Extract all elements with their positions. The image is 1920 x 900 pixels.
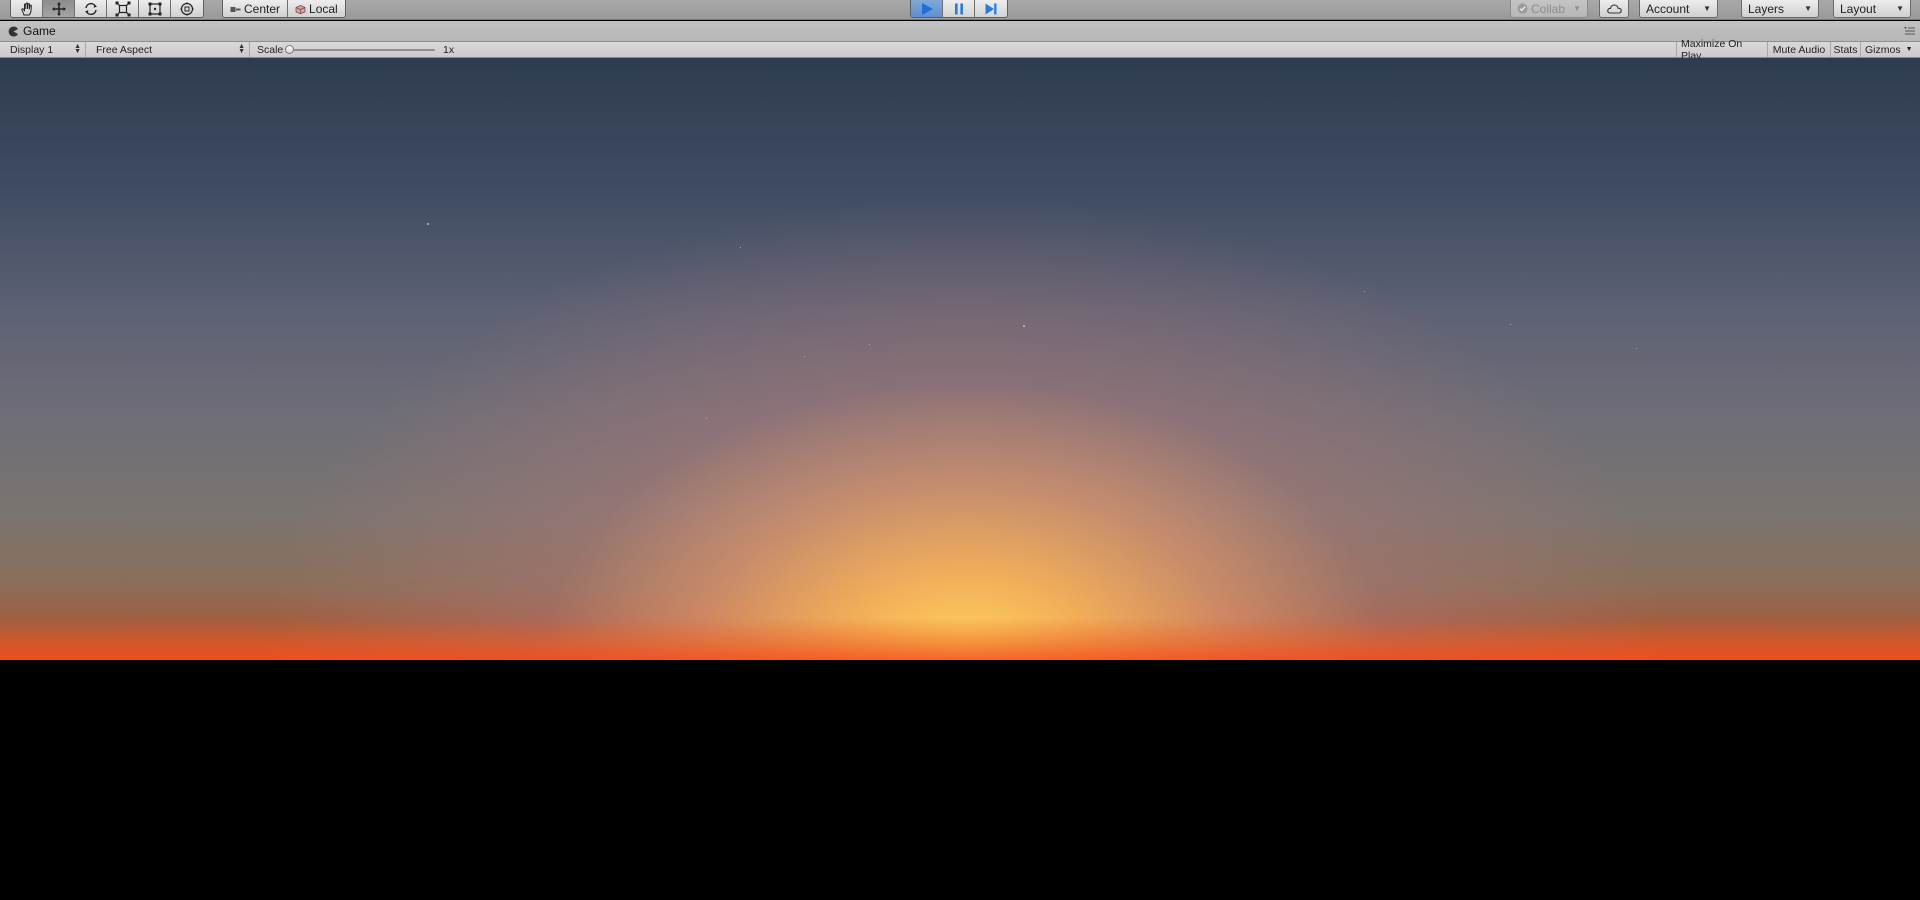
pause-button[interactable] [943, 0, 975, 17]
star [706, 418, 707, 419]
step-icon [985, 3, 997, 15]
scale-slider-track[interactable] [289, 49, 435, 51]
aspect-select[interactable]: Free Aspect ▲ ▼ [91, 42, 250, 57]
chevron-down-icon: ▼ [1573, 4, 1581, 13]
star [804, 356, 805, 357]
gizmos-label: Gizmos [1865, 43, 1901, 56]
game-viewport[interactable] [0, 58, 1920, 900]
pacman-icon [8, 26, 18, 36]
scale-icon [115, 1, 130, 17]
scale-value: 1x [443, 44, 455, 56]
account-label: Account [1646, 1, 1690, 16]
main-toolbar: Center Local Collab ▼ Account ▼ Layers ▼… [0, 0, 1920, 20]
maximize-on-play-toggle[interactable]: Maximize On Play [1676, 38, 1767, 62]
star [740, 247, 741, 248]
pivot-mode-label: Center [244, 2, 281, 16]
collab-dropdown[interactable]: Collab ▼ [1510, 0, 1588, 18]
window-menu-icon[interactable] [1904, 27, 1915, 35]
game-tab-label: Game [23, 24, 56, 38]
display-value: Display 1 [10, 43, 54, 56]
layers-dropdown[interactable]: Layers ▼ [1741, 0, 1819, 18]
game-window-tabbar: Game [0, 21, 1920, 42]
chevron-down-icon: ▼ [1905, 46, 1913, 53]
layout-label: Layout [1840, 1, 1877, 16]
pivot-rotation-label: Local [309, 2, 338, 16]
collab-label: Collab [1531, 1, 1566, 16]
sunset-sky [0, 58, 1920, 660]
transform-tool-button[interactable] [171, 0, 203, 17]
up-down-arrows-icon: ▲ ▼ [238, 43, 245, 55]
rotate-tool-button[interactable] [75, 0, 107, 17]
collab-content: Collab [1517, 2, 1565, 16]
play-icon [921, 3, 933, 15]
pivot-controls: Center Local [222, 0, 346, 18]
hand-icon [20, 2, 32, 16]
pivot-center-icon [230, 6, 241, 12]
rect-tool-button[interactable] [139, 0, 171, 17]
move-tool-button[interactable] [43, 0, 75, 17]
hand-tool-button[interactable] [11, 0, 43, 17]
transform-tools [10, 0, 204, 18]
pivot-rotation-button[interactable]: Local [288, 0, 345, 17]
star [1636, 348, 1637, 349]
move-arrows-icon [51, 2, 66, 16]
check-circle-icon [1517, 3, 1528, 14]
tab-game[interactable]: Game [8, 24, 56, 38]
up-down-arrows-icon: ▲ ▼ [74, 43, 81, 55]
cloud-services-button[interactable] [1599, 0, 1629, 18]
stats-toggle[interactable]: Stats [1830, 42, 1860, 57]
horizon-glow [0, 618, 1920, 660]
layout-dropdown[interactable]: Layout ▼ [1833, 0, 1911, 18]
pause-icon [954, 3, 963, 15]
layers-label: Layers [1748, 1, 1785, 16]
rotate-icon [84, 2, 97, 16]
cloud-icon [1606, 3, 1622, 14]
mute-audio-label: Mute Audio [1772, 43, 1826, 56]
star [1510, 324, 1511, 325]
rect-transform-icon [148, 2, 161, 16]
star [427, 223, 429, 225]
scale-control: Scale [257, 42, 283, 57]
combined-transform-icon [180, 2, 194, 16]
chevron-down-icon: ▼ [1896, 4, 1904, 13]
gizmos-dropdown[interactable]: Gizmos ▼ [1860, 42, 1913, 57]
play-button[interactable] [911, 0, 943, 17]
scale-tool-button[interactable] [107, 0, 139, 17]
stats-label: Stats [1833, 43, 1858, 56]
star [1364, 291, 1365, 292]
display-select[interactable]: Display 1 ▲ ▼ [5, 42, 86, 57]
account-dropdown[interactable]: Account ▼ [1639, 0, 1718, 18]
pivot-mode-button[interactable]: Center [223, 0, 289, 17]
chevron-down-icon: ▼ [1804, 4, 1812, 13]
step-button[interactable] [975, 0, 1007, 17]
star [1023, 325, 1025, 327]
scale-slider-thumb[interactable] [285, 45, 294, 54]
scale-label: Scale [257, 43, 284, 56]
ground-plane [0, 660, 1920, 900]
chevron-down-icon: ▼ [1703, 4, 1711, 13]
local-cube-icon [295, 4, 306, 14]
star [869, 344, 870, 345]
game-view-controlbar: Display 1 ▲ ▼ Free Aspect ▲ ▼ Scale 1x Max… [0, 38, 1920, 62]
mute-audio-toggle[interactable]: Mute Audio [1767, 42, 1830, 57]
play-controls [910, 0, 1008, 18]
aspect-value: Free Aspect [96, 43, 153, 56]
